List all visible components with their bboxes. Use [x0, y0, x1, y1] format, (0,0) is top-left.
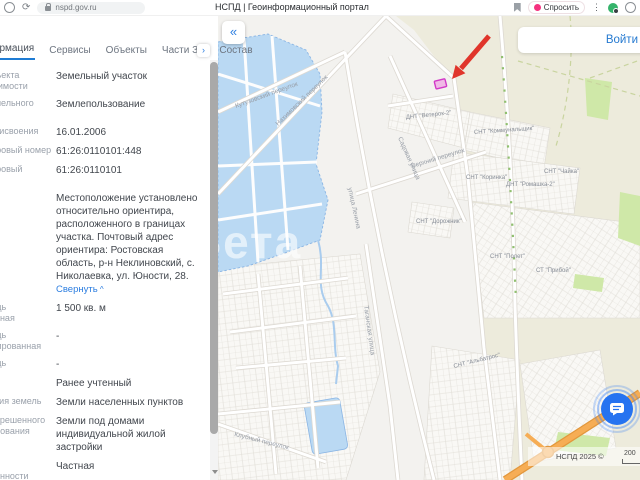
app-window: ⟳ nspd.gov.ru НСПД | Геоинформационный п…	[0, 0, 640, 480]
field-value: Местоположение установлено относительно …	[56, 193, 198, 295]
info-row: Вид объекта недвижимости Земельный участо…	[0, 70, 210, 92]
field-label: Вид земельного участка	[0, 98, 34, 108]
info-row: Дата присвоения 16.01.2006	[0, 126, 210, 139]
info-panel: ИнформацияСервисыОбъектыЧасти ЗУСостав ›…	[0, 16, 253, 480]
info-row: Кадастровый номер 61:26:0110101:448	[0, 145, 210, 158]
url-bar[interactable]: nspd.gov.ru	[37, 1, 146, 14]
scale-label: 200	[624, 450, 636, 457]
chat-icon	[610, 403, 624, 416]
info-row: Кадастровый квартал 61:26:0110101	[0, 164, 210, 186]
scrollbar-down-arrow[interactable]	[212, 470, 218, 474]
info-row: Вид земельного участка Землепользование	[0, 98, 210, 120]
info-row: Площадь уточненная 1 500 кв. м	[0, 302, 210, 324]
field-label: Вид разрешенного использования	[0, 415, 46, 436]
map[interactable]: Бета Кутузовский переулокНахимовский пер…	[218, 16, 640, 480]
chat-fab[interactable]	[593, 385, 640, 433]
reload-icon[interactable]: ⟳	[22, 2, 30, 13]
ask-button[interactable]: Спросить	[527, 1, 585, 14]
login-button[interactable]: Войти	[606, 34, 640, 46]
field-label: Форма собственности	[0, 471, 29, 480]
field-label: Категория земель	[0, 396, 42, 406]
field-label: Площадь уточненная	[0, 302, 15, 323]
ask-button-label: Спросить	[543, 3, 579, 12]
info-row: Вид разрешенного использования Земли под …	[0, 415, 210, 454]
tab-Объекты[interactable]: Объекты	[105, 42, 148, 60]
info-row: Категория земель Земли населенных пунктов	[0, 396, 210, 409]
info-row: Местоположение установлено относительно …	[0, 192, 210, 296]
browser-menu-icon[interactable]: ⋮	[592, 2, 601, 13]
browser-tab-title: НСПД | Геоинформационный портал	[215, 2, 369, 12]
field-value: Земельный участок	[56, 71, 148, 82]
collapse-link[interactable]: Свернуть	[56, 284, 98, 295]
field-value: Земли населенных пунктов	[56, 397, 184, 408]
field-label: Вид объекта недвижимости	[0, 70, 28, 91]
scale-bar	[622, 459, 640, 464]
selected-parcel[interactable]	[433, 78, 448, 90]
url-text: nspd.gov.ru	[55, 3, 97, 12]
map-attribution: НСПД 2025 © 200	[528, 447, 640, 466]
info-row: Площадь -	[0, 358, 210, 371]
login-bar: Войти	[518, 27, 640, 53]
info-row: Ранее учтенный	[0, 377, 210, 390]
field-value: Землепользование	[56, 99, 146, 110]
snt-label: ДНТ "Ромашка-2"	[506, 182, 555, 188]
protect-icon[interactable]	[608, 2, 619, 14]
info-row: Форма собственности Частная	[0, 460, 210, 480]
field-value: 61:26:0110101	[56, 165, 122, 176]
field-value: Ранее учтенный	[56, 378, 132, 389]
field-value: Частная	[56, 461, 95, 472]
snt-label: СНТ "Коринка"	[466, 175, 507, 181]
extension-icon[interactable]	[625, 2, 636, 13]
field-value: 61:26:0110101:448	[56, 146, 142, 157]
tab-scroll-button[interactable]: ›	[197, 44, 210, 57]
browser-actions: Спросить ⋮	[513, 1, 636, 14]
tab-bar: ИнформацияСервисыОбъектыЧасти ЗУСостав	[0, 40, 254, 60]
field-value: -	[56, 359, 60, 370]
bookmark-icon[interactable]	[513, 3, 521, 12]
collapse-caret-icon: ^	[97, 285, 104, 294]
info-row: Площадь декларированная -	[0, 330, 210, 352]
field-label: Площадь	[0, 358, 7, 368]
field-value: Земли под домами индивидуальной жилой за…	[56, 416, 166, 453]
tab-Сервисы[interactable]: Сервисы	[48, 42, 91, 60]
snt-label: СНТ "Чайка"	[544, 168, 579, 175]
tab-Состав[interactable]: Состав	[218, 42, 253, 60]
assistant-icon	[533, 4, 541, 11]
lock-icon	[45, 3, 52, 11]
snt-label: СТ "Прибой"	[536, 267, 571, 274]
tab-Информация[interactable]: Информация	[0, 40, 36, 60]
map-canvas: Бета Кутузовский переулокНахимовский пер…	[218, 16, 640, 480]
field-value: 16.01.2006	[56, 127, 107, 138]
parcel-info-list: Вид объекта недвижимости Земельный участо…	[0, 70, 210, 480]
snt-label: СНТ "Полет"	[490, 254, 525, 260]
beta-watermark: Бета	[218, 216, 302, 268]
snt-label: СНТ "Дорожник"	[416, 219, 462, 225]
field-label: Кадастровый номер	[0, 145, 52, 155]
attribution-text: НСПД 2025 ©	[556, 452, 604, 461]
field-label: Дата присвоения	[0, 126, 39, 136]
field-value: 1 500 кв. м	[56, 303, 106, 314]
browser-profile-icon[interactable]	[4, 2, 15, 13]
field-label: Площадь декларированная	[0, 330, 42, 351]
browser-bar: ⟳ nspd.gov.ru НСПД | Геоинформационный п…	[0, 0, 640, 16]
panel-collapse-button[interactable]: «	[222, 21, 245, 44]
field-label: Кадастровый квартал	[0, 164, 23, 174]
field-value: -	[56, 331, 60, 342]
panel-scrollbar-thumb[interactable]	[210, 62, 218, 434]
